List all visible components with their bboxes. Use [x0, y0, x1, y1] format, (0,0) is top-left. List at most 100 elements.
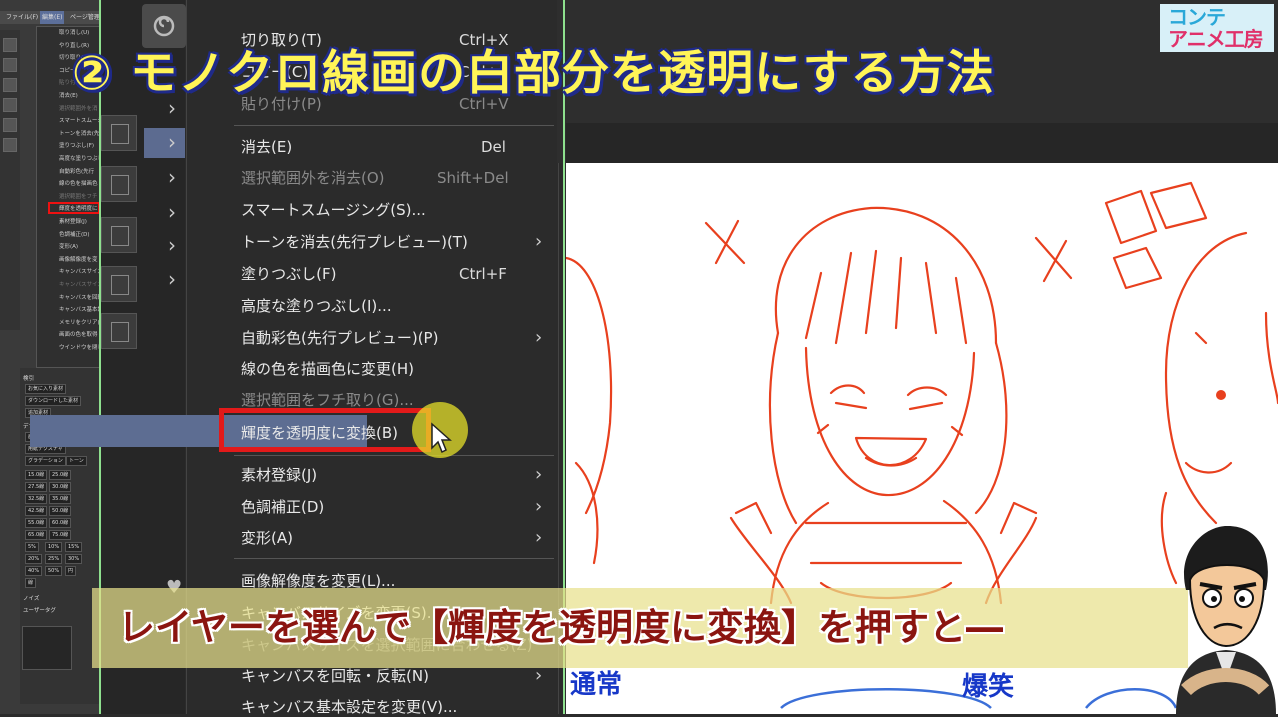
- chevron-right-icon[interactable]: ›: [168, 233, 176, 257]
- mini-menu-edit[interactable]: 編集(E): [40, 11, 65, 24]
- menu-shortcut: Del: [481, 138, 506, 156]
- layer-thumbnail[interactable]: [101, 266, 137, 302]
- mini-dropdown-item[interactable]: 画面の色を取得: [59, 332, 98, 339]
- menu-item[interactable]: トーンを消去(先行プレビュー)(T): [241, 232, 468, 252]
- chevron-right-icon[interactable]: ›: [168, 267, 176, 291]
- mini-tool-icon[interactable]: [3, 38, 17, 52]
- mini-line-chip[interactable]: 35.0線: [49, 494, 72, 504]
- mini-downloaded[interactable]: ダウンロードした素材: [25, 396, 82, 406]
- mini-dropdown-item[interactable]: キャンバス基本設: [59, 307, 103, 314]
- mini-tool-icon[interactable]: [3, 58, 17, 72]
- mini-line-chip[interactable]: 60.0線: [49, 518, 72, 528]
- mini-tool-icon[interactable]: [3, 118, 17, 132]
- layer-thumbnail[interactable]: [101, 217, 137, 253]
- mini-props-title: 検引: [23, 376, 35, 382]
- layer-thumbnail[interactable]: [101, 115, 137, 151]
- menu-item[interactable]: キャンバスを回転・反転(N): [241, 666, 429, 686]
- mini-preview-box: [22, 626, 72, 670]
- mini-line-chip[interactable]: 42.5線: [25, 506, 48, 516]
- menu-item[interactable]: キャンバス基本設定を変更(V)...: [241, 697, 457, 717]
- menu-shortcut: Shift+Del: [437, 169, 509, 187]
- menu-item[interactable]: 変形(A): [241, 528, 293, 548]
- mini-dropdown-item[interactable]: 塗りつぶし(F): [59, 143, 94, 150]
- menu-item[interactable]: 色調補正(D): [241, 497, 324, 517]
- menu-item[interactable]: 高度な塗りつぶし(I)...: [241, 296, 392, 316]
- mini-dropdown-item[interactable]: 画像解像度を変: [59, 257, 98, 264]
- mini-line-chip[interactable]: 32.5線: [25, 494, 48, 504]
- mini-line-chip[interactable]: 10%: [45, 542, 63, 552]
- mini-menubar: ファイル(F) 編集(E) ページ管理: [0, 11, 100, 24]
- mini-line-chip[interactable]: 15.0線: [25, 470, 48, 480]
- mini-chip-gradation[interactable]: グラデーション: [25, 456, 66, 466]
- mini-noise: ノイズ: [23, 596, 40, 602]
- mini-line-chip[interactable]: 75.0線: [49, 530, 72, 540]
- mini-dropdown-item[interactable]: キャンバスを回転: [59, 295, 103, 302]
- mini-line-chip[interactable]: 50.0線: [49, 506, 72, 516]
- chevron-right-icon: ›: [535, 464, 543, 485]
- mini-dropdown-item[interactable]: 高度な塗りつぶし: [59, 156, 103, 163]
- menu-item[interactable]: 素材登録(J): [241, 465, 317, 485]
- channel-logo: コンテ アニメ工房: [1160, 4, 1274, 52]
- menu-item[interactable]: スマートスムージング(S)...: [241, 200, 426, 220]
- mini-dropdown-item[interactable]: 変形(A): [59, 244, 78, 251]
- menu-item[interactable]: 自動彩色(先行プレビュー)(P): [241, 328, 438, 348]
- menu-item[interactable]: 消去(E): [241, 137, 292, 157]
- mini-line-chip[interactable]: 15%: [65, 542, 83, 552]
- mini-line-chip[interactable]: 線: [25, 578, 37, 588]
- mini-line-chip[interactable]: 25.0線: [49, 470, 72, 480]
- menu-separator: [234, 455, 554, 456]
- menu-item[interactable]: 線の色を描画色に変更(H): [241, 359, 414, 379]
- layer-thumbnail[interactable]: [101, 313, 137, 349]
- mini-line-chip[interactable]: 円: [65, 566, 77, 576]
- mini-dropdown-item[interactable]: メモリをクリア(M: [59, 320, 104, 327]
- character-label-normal: 通常: [570, 670, 623, 700]
- mini-tool-icon[interactable]: [3, 78, 17, 92]
- mini-favorites[interactable]: お気に入り素材: [25, 384, 67, 394]
- mini-chip-tone[interactable]: トーン: [66, 456, 87, 466]
- mini-line-chip[interactable]: 40%: [25, 566, 43, 576]
- logo-line-2: アニメ工房: [1168, 27, 1264, 51]
- mini-line-chip[interactable]: 25%: [45, 554, 63, 564]
- mini-dropdown-item[interactable]: 色調補正(D): [59, 232, 90, 239]
- mini-tool-icon[interactable]: [3, 98, 17, 112]
- video-subtitle-caption: レイヤーを選んで【輝度を透明度に変換】を押すと―: [118, 606, 1004, 649]
- chevron-right-icon: ›: [535, 496, 543, 517]
- menu-separator: [234, 558, 554, 559]
- mini-line-chip[interactable]: 65.0線: [25, 530, 48, 540]
- mini-dropdown-item[interactable]: 線の色を描画色: [59, 181, 98, 188]
- mini-line-chip[interactable]: 20%: [25, 554, 43, 564]
- mini-line-chip[interactable]: 50%: [45, 566, 63, 576]
- mini-line-chip[interactable]: 27.5線: [25, 482, 48, 492]
- mini-dropdown-item: キャンバスサイズ: [59, 282, 103, 288]
- mini-dropdown-item[interactable]: スマートスムージ: [59, 118, 103, 125]
- layer-thumbnail[interactable]: [101, 166, 137, 202]
- mini-menu-page[interactable]: ページ管理: [70, 11, 100, 24]
- chevron-right-icon[interactable]: ›: [168, 200, 176, 224]
- mini-line-chip[interactable]: 30.0線: [49, 482, 72, 492]
- mini-toolbar: [0, 30, 20, 330]
- mini-dropdown-item[interactable]: トーンを消去(先行: [59, 131, 105, 138]
- mini-line-chip[interactable]: 55.0線: [25, 518, 48, 528]
- chevron-right-icon: ›: [535, 231, 543, 252]
- menu-item: 選択範囲外を消去(O): [241, 169, 385, 187]
- chevron-right-icon: ›: [535, 327, 543, 348]
- mouse-pointer-icon: [431, 422, 452, 454]
- mini-selected-highlight: [48, 202, 100, 214]
- left-app-panel: ファイル(F) 編集(E) ページ管理 取り消し(U) やり直し(R) 切り取り(T…: [0, 0, 109, 714]
- mini-line-chip[interactable]: 30%: [65, 554, 83, 564]
- menu-separator: [234, 125, 554, 126]
- chevron-right-icon[interactable]: ›: [168, 130, 176, 154]
- mini-dropdown-item: 選択範囲をフチ: [59, 193, 98, 200]
- menu-item[interactable]: 塗りつぶし(F): [241, 264, 336, 284]
- character-label-laugh: 爆笑: [962, 672, 1015, 702]
- mini-dropdown-item: 選択範囲外を消: [59, 105, 98, 112]
- red-highlight-box: [219, 408, 431, 452]
- mini-dropdown-item[interactable]: 素材登録(J): [59, 219, 87, 226]
- presenter-character-illustration: [1176, 525, 1276, 714]
- mini-tool-icon[interactable]: [3, 138, 17, 152]
- mini-menu-file[interactable]: ファイル(F): [6, 11, 38, 24]
- chevron-right-icon[interactable]: ›: [168, 165, 176, 189]
- mini-line-chip[interactable]: 5%: [25, 542, 39, 552]
- mini-dropdown-item[interactable]: 自動彩色(先行: [59, 169, 94, 176]
- selected-layer-row[interactable]: [144, 128, 185, 158]
